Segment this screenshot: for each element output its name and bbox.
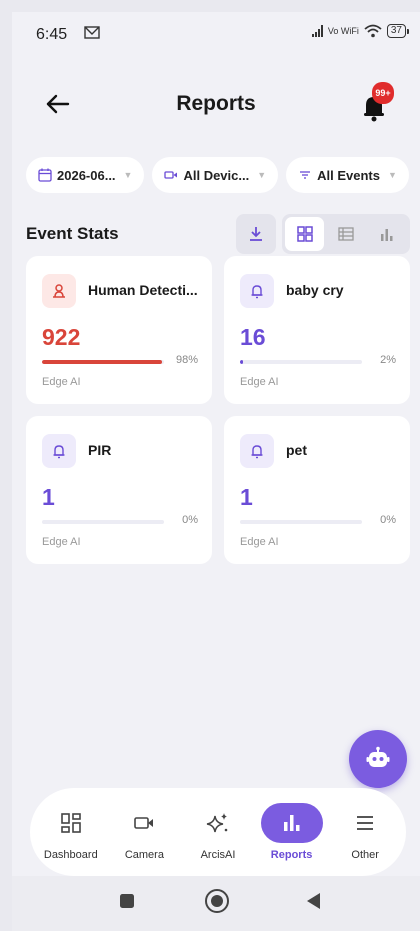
chart-view-button[interactable] — [368, 217, 407, 251]
nav-reports[interactable]: Reports — [257, 803, 327, 861]
nav-label: Other — [351, 849, 379, 861]
chevron-down-icon: ▼ — [257, 170, 267, 180]
square-icon — [120, 894, 134, 908]
nav-label: Dashboard — [43, 849, 98, 861]
filter-bar: 2026-06... ▼ All Devic... ▼ All Events ▼ — [26, 157, 409, 193]
date-filter-label: 2026-06... — [57, 167, 116, 183]
progress-fill — [42, 360, 162, 364]
card-icon-box — [42, 274, 76, 308]
progress-track — [42, 520, 164, 524]
event-source: Edge AI — [42, 376, 81, 388]
event-percent: 0% — [182, 514, 198, 526]
event-card[interactable]: pet 1 0% Edge AI — [224, 416, 410, 564]
event-count: 1 — [42, 484, 55, 510]
mail-icon — [84, 26, 100, 39]
battery-indicator: 37 — [386, 24, 410, 38]
recents-button[interactable] — [114, 888, 140, 914]
card-icon-box — [42, 434, 76, 468]
event-name: baby cry — [286, 282, 344, 298]
bar-chart-icon — [283, 815, 300, 831]
wifi-icon — [364, 24, 382, 38]
app-screen: 6:45 Vo WiFi 37 Reports 99+ 2026-06... ▼… — [12, 12, 420, 931]
progress-fill — [240, 360, 244, 364]
event-filter-label: All Events — [317, 167, 380, 183]
grid-view-button[interactable] — [285, 217, 325, 251]
event-percent: 98% — [175, 354, 198, 366]
progress-track — [240, 520, 362, 524]
event-source: Edge AI — [240, 536, 279, 548]
nav-icon-wrap — [187, 803, 249, 843]
nav-icon-wrap — [40, 803, 102, 843]
event-source: Edge AI — [42, 536, 81, 548]
chevron-down-icon: ▼ — [388, 170, 397, 180]
calendar-icon — [38, 168, 52, 182]
nav-label: Camera — [124, 849, 164, 861]
event-name: Human Detecti... — [88, 282, 198, 298]
nav-camera[interactable]: Camera — [109, 803, 179, 861]
status-time: 6:45 — [36, 26, 68, 43]
dashboard-icon — [60, 813, 81, 833]
device-filter-label: All Devic... — [183, 167, 250, 183]
event-card[interactable]: Human Detecti... 922 98% Edge AI — [26, 256, 212, 404]
signal-icon — [311, 25, 323, 37]
date-filter[interactable]: 2026-06... ▼ — [26, 157, 145, 193]
nav-label: ArcisAI — [200, 849, 236, 861]
progress-track — [42, 360, 164, 364]
assistant-button[interactable] — [349, 730, 407, 788]
sparkle-icon — [206, 813, 228, 833]
card-icon-box — [240, 434, 274, 468]
bar-chart-icon — [381, 229, 393, 241]
card-icon-box — [240, 274, 274, 308]
bell-icon — [53, 445, 65, 459]
progress-track — [240, 360, 362, 364]
bell-icon — [251, 445, 263, 459]
event-percent: 0% — [380, 514, 396, 526]
camera-icon — [134, 817, 154, 829]
header: Reports 99+ — [12, 82, 420, 126]
robot-icon — [366, 746, 390, 767]
event-source: Edge AI — [240, 376, 279, 388]
event-count: 922 — [42, 324, 81, 350]
event-card[interactable]: baby cry 16 2% Edge AI — [224, 256, 410, 404]
back-nav-button[interactable] — [300, 888, 326, 914]
bottom-navigation: Dashboard Camera ArcisAI Reports Other — [30, 788, 406, 876]
nav-label: Reports — [270, 849, 313, 861]
notification-badge: 99+ — [372, 82, 394, 104]
vowifi-label: Vo WiFi — [327, 26, 359, 36]
table-view-button[interactable] — [326, 217, 365, 251]
device-filter[interactable]: All Devic... ▼ — [152, 157, 279, 193]
table-icon — [338, 227, 354, 241]
menu-icon — [357, 816, 374, 830]
nav-arcisai[interactable]: ArcisAI — [183, 803, 253, 861]
event-filter[interactable]: All Events ▼ — [286, 157, 409, 193]
status-icons: Vo WiFi 37 — [311, 24, 410, 38]
nav-icon-wrap — [260, 803, 323, 843]
view-toggle — [282, 214, 410, 254]
notifications-button[interactable]: 99+ — [356, 82, 394, 124]
download-icon — [250, 227, 262, 241]
bell-icon — [251, 285, 263, 299]
home-button[interactable] — [204, 888, 230, 914]
system-navigation-bar — [12, 876, 420, 931]
triangle-back-icon — [307, 893, 320, 909]
nav-other[interactable]: Other — [330, 803, 400, 861]
event-count: 16 — [240, 324, 266, 350]
camera-icon — [164, 171, 178, 179]
chevron-down-icon: ▼ — [123, 170, 133, 180]
event-card[interactable]: PIR 1 0% Edge AI — [26, 416, 212, 564]
section-title: Event Stats — [26, 224, 119, 243]
event-percent: 2% — [380, 354, 396, 366]
event-name: pet — [286, 442, 307, 458]
event-count: 1 — [240, 484, 253, 510]
circle-icon — [205, 889, 229, 913]
nav-icon-wrap — [113, 803, 175, 843]
event-name: PIR — [88, 442, 112, 458]
nav-dashboard[interactable]: Dashboard — [36, 803, 106, 861]
grid-icon — [296, 226, 313, 242]
nav-icon-wrap — [334, 803, 396, 843]
filter-icon — [300, 171, 311, 179]
status-bar: 6:45 Vo WiFi 37 — [12, 12, 420, 56]
download-button[interactable] — [236, 214, 276, 254]
person-icon — [53, 284, 65, 298]
